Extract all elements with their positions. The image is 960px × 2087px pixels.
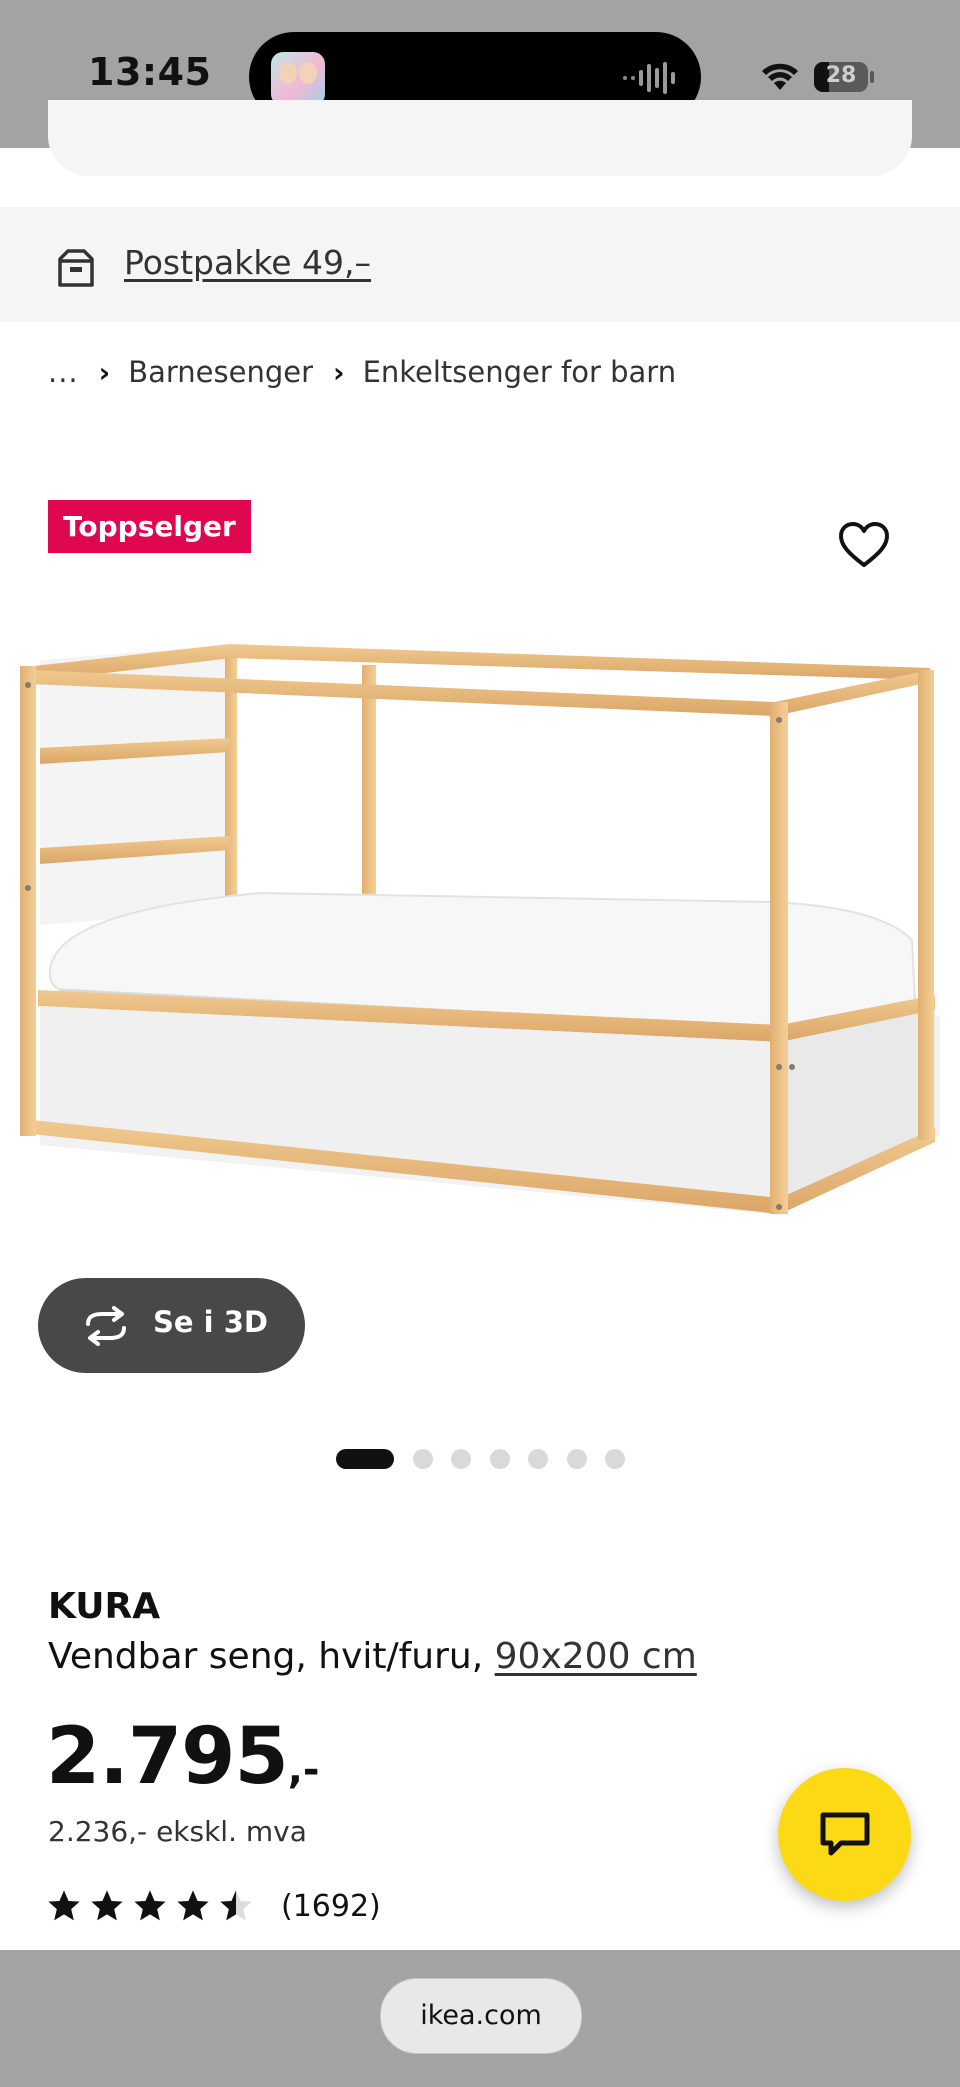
battery-indicator: 28: [814, 62, 868, 92]
audio-waveform-icon: [623, 62, 675, 94]
product-image[interactable]: [0, 610, 960, 1290]
carousel-dots[interactable]: [336, 1449, 644, 1469]
breadcrumb: ... › Barnesenger › Enkeltsenger for bar…: [48, 352, 676, 392]
star-icon: [48, 1890, 80, 1921]
breadcrumb-item-enkeltsenger[interactable]: Enkeltsenger for barn: [363, 355, 677, 389]
search-field[interactable]: [48, 100, 912, 176]
chat-icon: [820, 1812, 870, 1856]
browser-bottom-bar: ikea.com: [0, 1950, 960, 2087]
status-time: 13:45: [88, 50, 212, 94]
star-icon: [91, 1890, 123, 1921]
breadcrumb-item-barnesenger[interactable]: Barnesenger: [128, 355, 313, 389]
delivery-banner[interactable]: Postpakke 49,–: [0, 207, 960, 322]
now-playing-thumbnail: [271, 52, 325, 106]
carousel-dot[interactable]: [451, 1449, 471, 1469]
wifi-icon: [762, 63, 798, 90]
product-description: Vendbar seng, hvit/furu, 90x200 cm: [48, 1636, 697, 1677]
heart-icon[interactable]: [836, 518, 892, 574]
carousel-dot[interactable]: [528, 1449, 548, 1469]
review-count[interactable]: (1692): [281, 1889, 381, 1924]
battery-nub: [870, 71, 874, 83]
view-3d-button[interactable]: Se i 3D: [38, 1278, 305, 1373]
view-3d-label: Se i 3D: [153, 1305, 268, 1339]
top-seller-badge: Toppselger: [48, 500, 251, 553]
rating[interactable]: (1692): [46, 1888, 381, 1924]
chevron-right-icon: ›: [98, 355, 111, 389]
battery-percent: 28: [825, 63, 857, 88]
star-icon: [177, 1890, 209, 1921]
product-size-link[interactable]: 90x200 cm: [495, 1636, 697, 1677]
product-name: KURA: [48, 1586, 161, 1627]
breadcrumb-ellipsis[interactable]: ...: [48, 355, 79, 389]
price-suffix: ,-: [287, 1747, 320, 1793]
url-bar[interactable]: ikea.com: [380, 1978, 582, 2054]
rotate-3d-icon: [86, 1306, 126, 1346]
carousel-dot[interactable]: [566, 1449, 587, 1469]
chevron-right-icon: ›: [333, 355, 345, 389]
star-icon: [134, 1890, 166, 1921]
delivery-link[interactable]: Postpakke 49,–: [124, 243, 371, 282]
price-ex-vat: 2.236,- ekskl. mva: [48, 1815, 307, 1848]
chat-button[interactable]: [778, 1768, 911, 1901]
product-description-text: Vendbar seng, hvit/furu,: [48, 1636, 484, 1677]
price: 2.795,-: [46, 1712, 320, 1802]
carousel-dot[interactable]: [412, 1449, 433, 1469]
package-icon: [58, 249, 94, 287]
price-main: 2.795: [46, 1712, 289, 1802]
carousel-dot[interactable]: [605, 1449, 625, 1469]
star-icon: [220, 1890, 252, 1921]
carousel-dot[interactable]: [489, 1449, 510, 1469]
carousel-dot[interactable]: [336, 1449, 394, 1469]
